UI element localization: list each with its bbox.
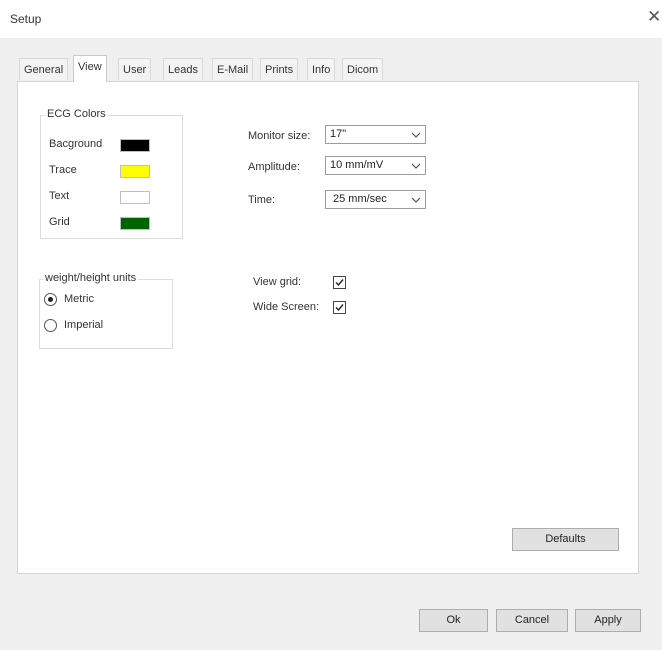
close-icon[interactable]: ✕	[647, 8, 661, 25]
checkmark-icon	[335, 304, 344, 312]
tab-email[interactable]: E-Mail	[212, 58, 254, 80]
time-label: Time:	[248, 194, 276, 206]
tab-label: Info	[312, 64, 331, 76]
tab-leads[interactable]: Leads	[163, 58, 203, 80]
chevron-down-icon	[411, 197, 421, 203]
tab-view[interactable]: View	[73, 55, 107, 82]
metric-label: Metric	[64, 293, 94, 305]
tab-label: Leads	[168, 64, 198, 76]
monitor-size-label: Monitor size:	[248, 130, 311, 142]
ecg-colors-title: ECG Colors	[45, 108, 108, 120]
imperial-radio[interactable]	[44, 319, 57, 332]
tab-label: User	[123, 64, 147, 76]
cancel-button[interactable]: Cancel	[496, 609, 568, 632]
tab-prints[interactable]: Prints	[260, 58, 299, 80]
metric-radio[interactable]	[44, 293, 57, 306]
background-color-label: Bacground	[49, 138, 103, 150]
radio-dot	[48, 297, 53, 302]
background-color-swatch[interactable]	[120, 139, 150, 152]
tab-label: General	[24, 64, 64, 76]
ok-button[interactable]: Ok	[419, 609, 488, 632]
time-select[interactable]: 25 mm/sec	[325, 190, 426, 209]
units-title: weight/height units	[43, 272, 139, 284]
checkmark-icon	[335, 279, 344, 287]
tab-label: Dicom	[347, 64, 379, 76]
units-group	[39, 279, 173, 349]
trace-color-swatch[interactable]	[120, 165, 150, 178]
imperial-label: Imperial	[64, 319, 104, 331]
tab-label: Prints	[265, 64, 294, 76]
view-tab-panel: ECG Colors Bacground Trace Text Grid Mon…	[17, 81, 639, 574]
monitor-size-select[interactable]: 17"	[325, 125, 426, 144]
text-color-swatch[interactable]	[120, 191, 150, 204]
text-color-label: Text	[49, 190, 70, 202]
time-value: 25 mm/sec	[333, 193, 387, 205]
tab-general[interactable]: General	[19, 58, 69, 80]
tab-label: View	[78, 61, 102, 73]
tab-info[interactable]: Info	[307, 58, 336, 80]
view-grid-label: View grid:	[253, 276, 302, 288]
view-grid-checkbox[interactable]	[333, 276, 346, 289]
wide-screen-checkbox[interactable]	[333, 301, 346, 314]
amplitude-value: 10 mm/mV	[330, 159, 384, 171]
amplitude-select[interactable]: 10 mm/mV	[325, 156, 426, 175]
apply-button[interactable]: Apply	[575, 609, 641, 632]
trace-color-label: Trace	[49, 164, 77, 176]
grid-color-swatch[interactable]	[120, 217, 150, 230]
wide-screen-label: Wide Screen:	[253, 301, 320, 313]
defaults-button[interactable]: Defaults	[512, 528, 619, 551]
chevron-down-icon	[411, 132, 421, 138]
tab-dicom[interactable]: Dicom	[342, 58, 384, 80]
window-title: Setup	[10, 12, 42, 26]
tab-user[interactable]: User	[118, 58, 152, 80]
monitor-size-value: 17"	[330, 128, 347, 140]
grid-color-label: Grid	[49, 216, 70, 228]
amplitude-label: Amplitude:	[248, 161, 300, 173]
chevron-down-icon	[411, 163, 421, 169]
tab-label: E-Mail	[217, 64, 249, 76]
